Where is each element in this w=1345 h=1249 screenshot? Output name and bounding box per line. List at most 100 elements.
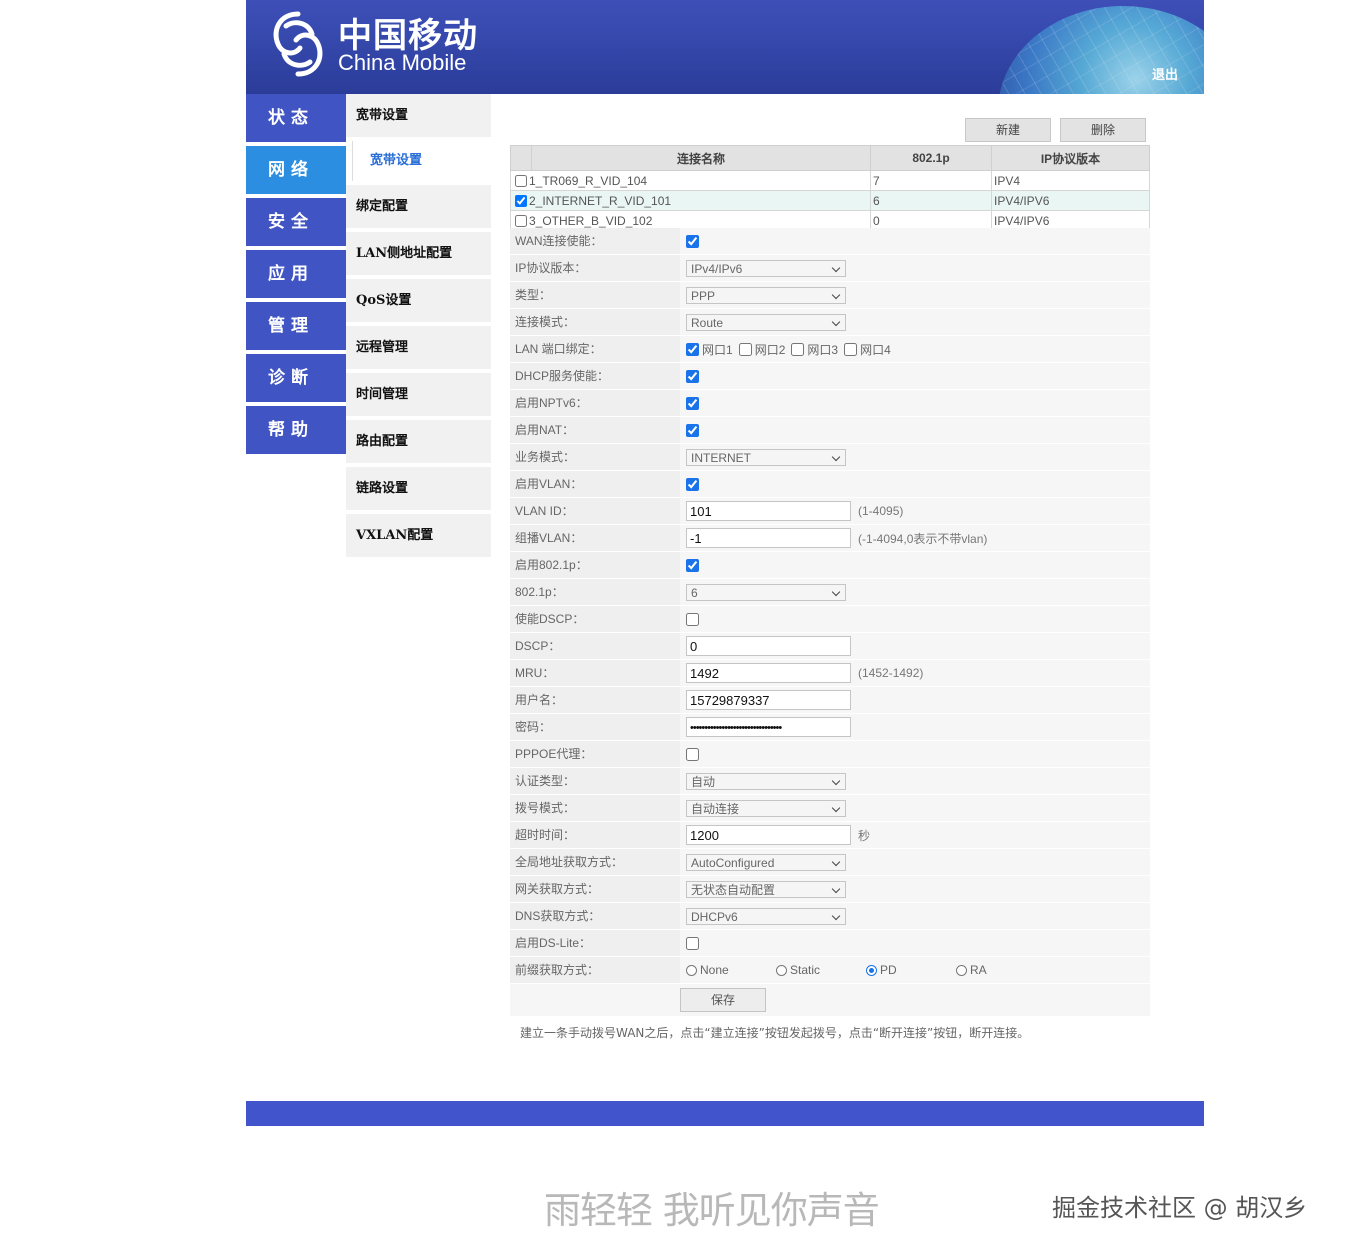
sub-nav-lan[interactable]: LAN侧地址配置 [346, 232, 491, 275]
dhcp-label: DHCP服务使能： [510, 363, 680, 389]
form-row-service: 业务模式： INTERNET [510, 444, 1150, 471]
table-row-selected[interactable]: 2_INTERNET_R_VID_101 6 IPV4/IPV6 [510, 190, 1150, 211]
global-addr-label: 全局地址获取方式： [510, 849, 680, 875]
form-row-type: 类型： PPP [510, 282, 1150, 309]
form-row-vlan-id: VLAN ID： 101 (1-4095) [510, 498, 1150, 525]
new-button[interactable]: 新建 [965, 118, 1051, 142]
table-cell-ip: IPV4 [991, 170, 1150, 191]
dhcp-checkbox[interactable] [686, 369, 699, 383]
timeout-input[interactable]: 1200 [686, 825, 851, 845]
lan-port-2-label: 网口2 [754, 342, 786, 357]
pppoe-proxy-label: PPPOE代理： [510, 741, 680, 767]
lan-port-1-checkbox[interactable] [686, 342, 699, 356]
mode-label: 连接模式： [510, 309, 680, 335]
main-nav-security[interactable]: 安全 [246, 198, 346, 246]
prefix-option-pd[interactable]: PD [866, 963, 956, 977]
sub-nav-vxlan[interactable]: VXLAN配置 [346, 514, 491, 557]
form-row-8021p: 802.1p： 6 [510, 579, 1150, 606]
prefix-option-ra[interactable]: RA [956, 963, 1046, 977]
nat-checkbox[interactable] [686, 423, 699, 437]
prefix-label: 前缀获取方式： [510, 957, 680, 983]
sub-nav-link[interactable]: 链路设置 [346, 467, 491, 510]
prefix-option-none[interactable]: None [686, 963, 776, 977]
lan-port-4-label: 网口4 [860, 342, 891, 357]
vlan-enable-checkbox[interactable] [686, 477, 699, 491]
form-row-dscp-enable: 使能DSCP： [510, 606, 1150, 633]
lan-port-2-checkbox[interactable] [738, 342, 752, 356]
logo-text-en: China Mobile [338, 50, 467, 75]
service-select[interactable]: INTERNET [686, 448, 846, 466]
table-cell-ip: IPV4/IPV6 [991, 190, 1150, 211]
pppoe-proxy-checkbox[interactable] [686, 747, 699, 761]
wan-enable-label: WAN连接使能： [510, 228, 680, 254]
dial-select[interactable]: 自动连接 [686, 799, 846, 817]
vlan-id-input[interactable]: 101 [686, 501, 851, 521]
lan-port-4: 网口4 [844, 341, 891, 358]
main-nav-help[interactable]: 帮助 [246, 406, 346, 454]
gateway-label: 网关获取方式： [510, 876, 680, 902]
form-row-wan-enable: WAN连接使能： [510, 228, 1150, 255]
lan-port-3-label: 网口3 [807, 342, 839, 357]
prefix-option-static[interactable]: Static [776, 963, 866, 977]
mode-select[interactable]: Route [686, 313, 846, 331]
main-nav-diagnosis[interactable]: 诊断 [246, 354, 346, 402]
gateway-select[interactable]: 无状态自动配置 [686, 880, 846, 898]
sub-nav-qos[interactable]: QoS设置 [346, 279, 491, 322]
main-nav-management[interactable]: 管理 [246, 302, 346, 350]
form-row-mru: MRU： 1492 (1452-1492) [510, 660, 1150, 687]
table-row[interactable]: 1_TR069_R_VID_104 7 IPV4 [510, 170, 1150, 191]
p-enable-label: 启用802.1p： [510, 552, 680, 578]
lan-port-1: 网口1 [686, 341, 733, 358]
row-checkbox[interactable] [515, 174, 527, 187]
lan-port-4-checkbox[interactable] [844, 342, 858, 356]
mru-input[interactable]: 1492 [686, 663, 851, 683]
auth-select[interactable]: 自动 [686, 772, 846, 790]
username-input[interactable]: 15729879337 [686, 690, 851, 710]
footer-bar [246, 1101, 1204, 1126]
logout-link[interactable]: 退出 [1152, 64, 1178, 83]
table-cell-name: 1_TR069_R_VID_104 [510, 170, 871, 191]
row-name: 3_OTHER_B_VID_102 [529, 213, 653, 228]
dial-label: 拨号模式： [510, 795, 680, 821]
sub-nav-route[interactable]: 路由配置 [346, 420, 491, 463]
lan-bind-label: LAN 端口绑定： [510, 336, 680, 362]
wan-config-form: WAN连接使能： IP协议版本： IPv4/IPv6 类型： PPP 连接模式：… [510, 228, 1150, 1016]
nptv6-checkbox[interactable] [686, 396, 699, 410]
password-input[interactable]: •••••••••••••••••••••••••••••••• [686, 717, 851, 737]
ip-version-label: IP协议版本： [510, 255, 680, 281]
table-header-row: 连接名称 802.1p IP协议版本 [510, 145, 1150, 171]
main-nav-application[interactable]: 应用 [246, 250, 346, 298]
vlan-enable-label: 启用VLAN： [510, 471, 680, 497]
mcast-vlan-input[interactable]: -1 [686, 528, 851, 548]
sub-nav-remote[interactable]: 远程管理 [346, 326, 491, 369]
dscp-enable-checkbox[interactable] [686, 612, 699, 626]
sub-nav-broadband-child[interactable]: 宽带设置 [352, 141, 491, 181]
delete-button[interactable]: 删除 [1060, 118, 1146, 142]
form-row-auth: 认证类型： 自动 [510, 768, 1150, 795]
main-nav-status[interactable]: 状态 [246, 94, 346, 142]
row-checkbox[interactable] [515, 194, 527, 207]
form-row-vlan-enable: 启用VLAN： [510, 471, 1150, 498]
dscp-input[interactable]: 0 [686, 636, 851, 656]
global-addr-select[interactable]: AutoConfigured [686, 853, 846, 871]
wan-connection-table: 连接名称 802.1p IP协议版本 1_TR069_R_VID_104 7 I… [510, 145, 1150, 231]
form-row-mode: 连接模式： Route [510, 309, 1150, 336]
save-button[interactable]: 保存 [680, 988, 766, 1012]
ip-version-select[interactable]: IPv4/IPv6 [686, 259, 846, 277]
table-cell-8021p: 7 [870, 170, 992, 191]
wan-enable-checkbox[interactable] [686, 234, 699, 248]
p-value-select[interactable]: 6 [686, 583, 846, 601]
sub-nav-time[interactable]: 时间管理 [346, 373, 491, 416]
p-enable-checkbox[interactable] [686, 558, 699, 572]
form-row-ip-version: IP协议版本： IPv4/IPv6 [510, 255, 1150, 282]
form-row-nat: 启用NAT： [510, 417, 1150, 444]
main-nav-network[interactable]: 网络 [246, 146, 346, 194]
form-row-username: 用户名： 15729879337 [510, 687, 1150, 714]
dns-select[interactable]: DHCPv6 [686, 907, 846, 925]
lan-port-3-checkbox[interactable] [791, 342, 805, 356]
sub-nav-binding[interactable]: 绑定配置 [346, 185, 491, 228]
sub-nav-broadband[interactable]: 宽带设置 [346, 94, 491, 137]
dslite-checkbox[interactable] [686, 936, 699, 950]
type-select[interactable]: PPP [686, 286, 846, 304]
row-checkbox[interactable] [515, 214, 527, 227]
